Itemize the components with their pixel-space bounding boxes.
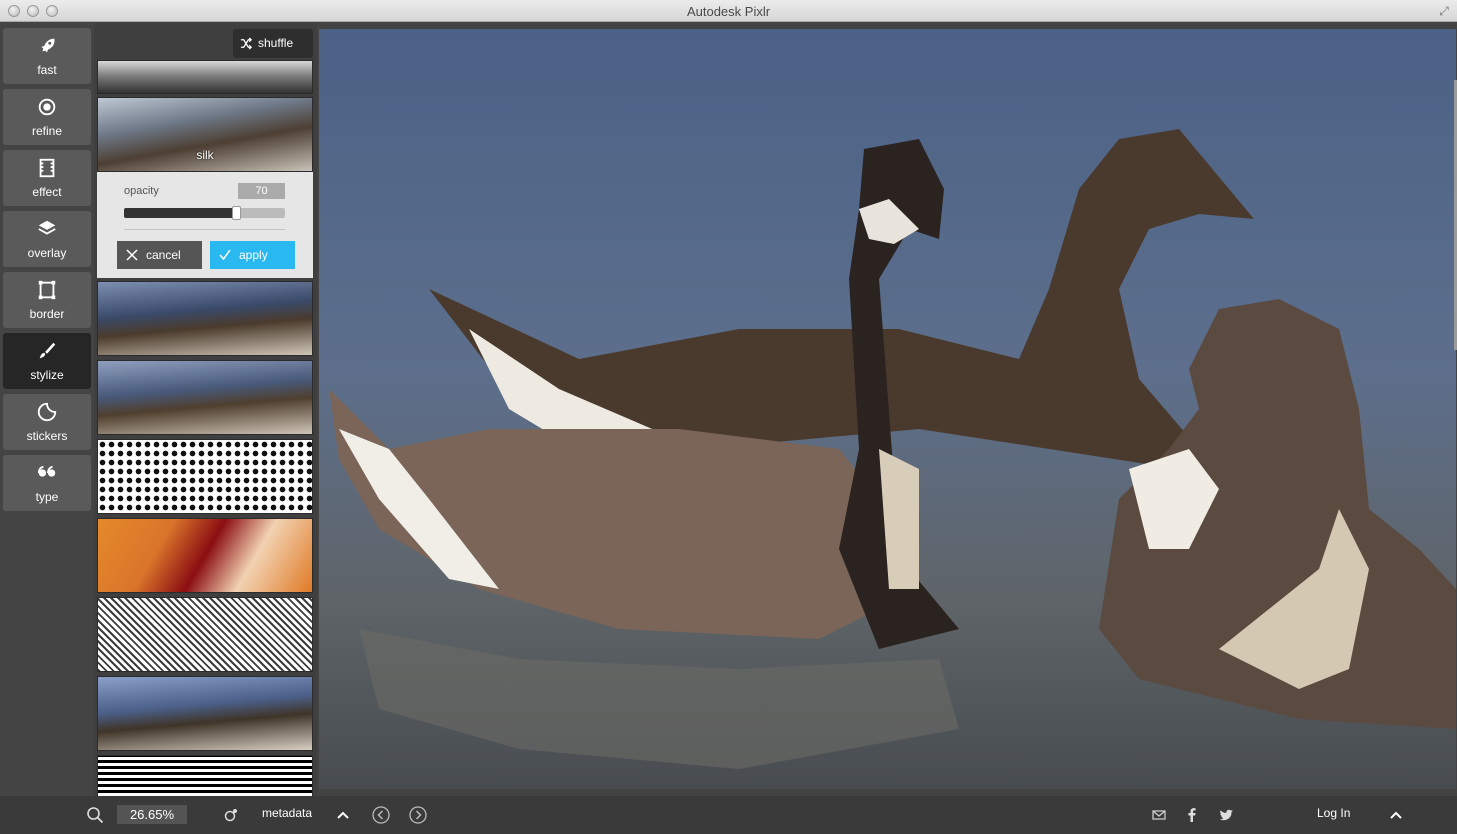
facebook-icon[interactable] [1183,806,1201,824]
divider [124,229,285,230]
style-thumbnail[interactable] [97,60,313,94]
previous-image-icon[interactable] [372,806,390,824]
style-thumbnail[interactable] [97,281,313,356]
tool-label: effect [32,185,62,199]
opacity-label: opacity [124,185,159,197]
style-thumbnail-selected[interactable]: silk [97,97,313,172]
zoom-icon[interactable] [86,806,104,824]
tool-label: overlay [27,246,67,260]
shuffle-button[interactable]: shuffle [233,29,313,58]
status-bar: 26.65% metadata Log In [0,796,1457,834]
quote-icon [3,462,91,486]
check-icon [219,249,231,261]
brush-icon [3,340,91,364]
next-image-icon[interactable] [409,806,427,824]
style-thumbnail[interactable] [97,360,313,435]
sticker-icon [3,401,91,425]
style-panel: shuffle silk opacity 70 cancel apply [94,23,317,796]
zoom-level-field[interactable]: 26.65% [117,805,187,824]
cancel-button[interactable]: cancel [117,241,202,269]
tool-label: refine [31,124,63,138]
login-link[interactable]: Log In [1317,806,1350,820]
opacity-value[interactable]: 70 [238,183,285,199]
film-icon [3,157,91,181]
tool-label: fast [37,63,57,77]
chevron-up-icon[interactable] [1387,806,1405,824]
tool-label: stylize [30,368,64,382]
style-thumbnail[interactable] [97,597,313,672]
close-icon [126,249,138,261]
style-thumbnail[interactable] [97,676,313,751]
apply-button[interactable]: apply [210,241,295,269]
shuffle-label: shuffle [258,36,294,50]
tool-type[interactable]: type [3,455,91,511]
tool-label: stickers [26,429,68,443]
tool-stylize[interactable]: stylize [3,333,91,389]
app-window: Autodesk Pixlr ⤢ fast refine effect over… [0,0,1457,834]
tool-effect[interactable]: effect [3,150,91,206]
image-canvas[interactable] [319,29,1456,789]
metadata-icon[interactable] [222,806,240,824]
refine-icon [3,96,91,120]
style-options: opacity 70 cancel apply [97,172,313,278]
style-thumbnail[interactable] [97,439,313,514]
style-thumbnail[interactable] [97,518,313,593]
tool-overlay[interactable]: overlay [3,211,91,267]
twitter-icon[interactable] [1217,806,1235,824]
selected-style-label: silk [196,148,214,162]
apply-label: apply [239,248,268,262]
tool-fast[interactable]: fast [3,28,91,84]
rocket-icon [3,35,91,59]
fullscreen-icon[interactable]: ⤢ [1437,4,1451,18]
opacity-slider[interactable] [124,208,285,218]
email-icon[interactable] [1150,806,1168,824]
window-title: Autodesk Pixlr [686,4,771,19]
photo-geese [319,29,1456,789]
tool-refine[interactable]: refine [3,89,91,145]
layers-icon [3,218,91,242]
tool-border[interactable]: border [3,272,91,328]
tool-stickers[interactable]: stickers [3,394,91,450]
metadata-button[interactable]: metadata [262,806,312,820]
tool-label: type [35,490,59,504]
style-thumbnail[interactable] [97,755,313,796]
tool-label: border [29,307,65,321]
tool-sidebar: fast refine effect overlay border styliz… [0,23,94,796]
opacity-slider-handle[interactable] [231,206,241,220]
shuffle-icon [240,37,253,50]
chevron-up-icon[interactable] [334,806,352,824]
border-icon [3,279,91,303]
cancel-label: cancel [146,248,181,262]
title-bar: Autodesk Pixlr ⤢ [0,0,1457,22]
